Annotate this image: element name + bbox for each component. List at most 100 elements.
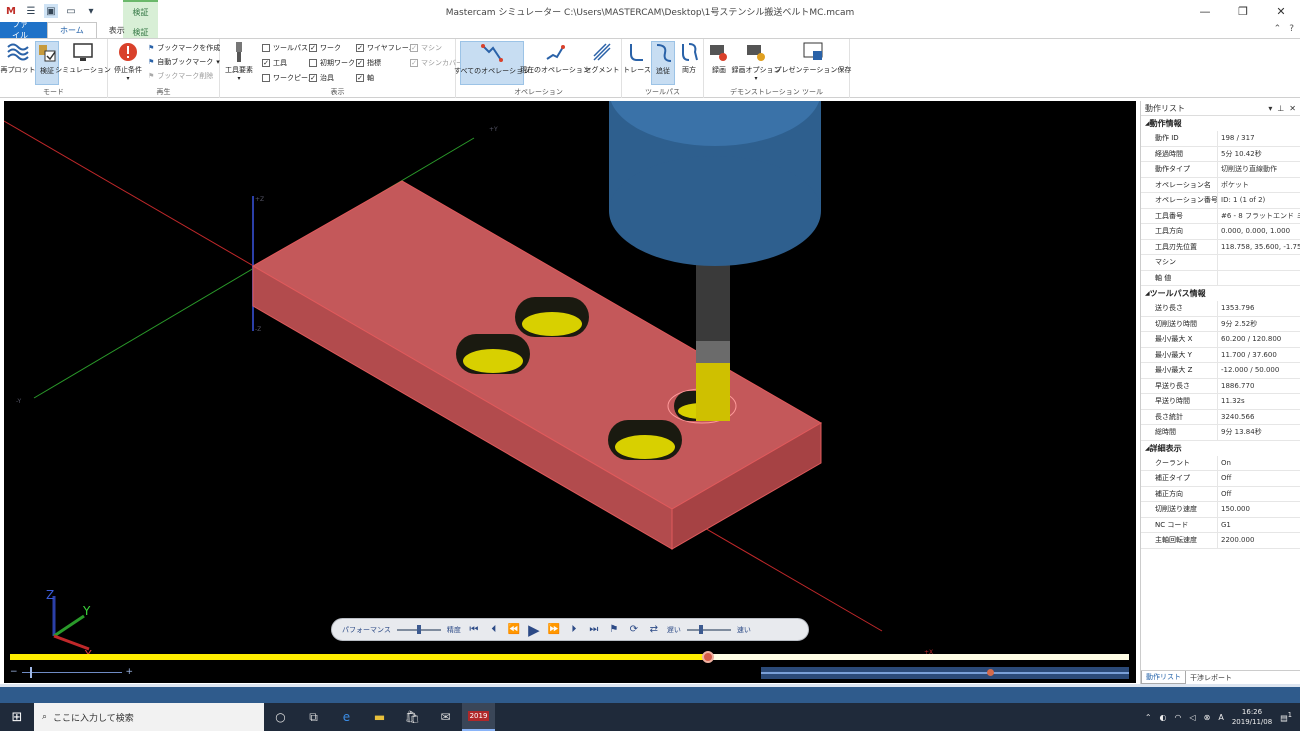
property-key: 補正方向	[1141, 486, 1218, 501]
step-forward-icon[interactable]: ⏵	[567, 624, 581, 635]
property-value: 9分 2.52秒	[1221, 319, 1258, 328]
pocket-3	[608, 420, 682, 460]
check-work-piece[interactable]: ワークピース	[262, 73, 315, 83]
check-tool[interactable]: ✓ 工具	[262, 58, 287, 68]
record-button[interactable]: 録画	[706, 41, 732, 75]
mail-icon[interactable]: ✉	[429, 703, 462, 731]
close-button[interactable]: ✕	[1262, 0, 1300, 22]
tab-view[interactable]: 表示	[97, 22, 137, 38]
minimize-button[interactable]: —	[1186, 0, 1224, 22]
task-view-icon[interactable]: ⧉	[297, 703, 330, 731]
file-explorer-icon[interactable]: ▬	[363, 703, 396, 731]
timeline-marker[interactable]	[987, 669, 994, 676]
collapse-ribbon-icon[interactable]: ⌃	[1274, 24, 1282, 34]
zoom-plus-icon[interactable]: +	[126, 667, 134, 677]
trace-button[interactable]: トレース	[623, 41, 651, 75]
speed-slider[interactable]	[686, 624, 731, 634]
panel-close-icon[interactable]: ✕	[1289, 104, 1296, 113]
property-key: 最小/最大 Z	[1141, 363, 1218, 378]
verify-button[interactable]: 検証	[35, 41, 59, 85]
check-workpiece[interactable]: ✓ ワーク	[309, 43, 341, 53]
property-key: 送り長さ	[1141, 301, 1218, 316]
rewind-icon[interactable]: ⏪	[507, 624, 521, 635]
replot-button[interactable]: 再プロット	[1, 41, 36, 75]
check-indicator[interactable]: ✓ 指標	[356, 58, 381, 68]
tray-chevron-icon[interactable]: ⌃	[1145, 713, 1152, 722]
network-icon[interactable]: ◐	[1160, 713, 1167, 722]
play-icon[interactable]: ▶	[527, 621, 541, 639]
cortana-icon[interactable]: ○	[264, 703, 297, 731]
skip-to-end-icon[interactable]: ⏭	[587, 624, 601, 635]
triad-y-label: Y	[82, 604, 91, 618]
check-initial-stock[interactable]: 初期ワーク	[309, 58, 355, 68]
edge-icon[interactable]: e	[330, 703, 363, 731]
graphics-viewport[interactable]: +Y -Y +X +Z -Z Z Y パフォーマンス 精度 ⏮ ⏴ ⏪ ▶ ⏩ …	[4, 101, 1136, 683]
wifi-icon[interactable]: ◠	[1175, 713, 1182, 722]
tool-elements-button[interactable]: 工具要素 ▾	[222, 41, 256, 82]
waves-icon	[6, 41, 30, 63]
monitor-icon	[71, 41, 95, 63]
performance-slider[interactable]	[396, 624, 441, 634]
save-presentation-button[interactable]: プレゼンテーション保存	[775, 41, 851, 75]
create-bookmark-button[interactable]: ⚑ ブックマークを作成	[148, 43, 220, 53]
tab-motion-list[interactable]: 動作リスト	[1141, 671, 1186, 684]
tab-file[interactable]: ファイル	[0, 20, 47, 40]
check-wireframe[interactable]: ✓ ワイヤフレーム	[356, 43, 416, 53]
volume-icon[interactable]: ◁	[1189, 713, 1195, 722]
windows-start-icon[interactable]: ⊞	[0, 703, 34, 731]
pin-icon[interactable]: ⊥	[1277, 104, 1284, 113]
zoom-slider[interactable]	[21, 666, 122, 678]
check-axes[interactable]: ✓ 軸	[356, 73, 374, 83]
loop-icon[interactable]: ⟳	[627, 624, 641, 635]
taskbar-search-box[interactable]: ⌕ ここに入力して検索	[34, 703, 264, 731]
store-icon[interactable]: 🛍	[396, 703, 429, 731]
presentation-icon[interactable]: ▭	[64, 4, 78, 18]
check-machine[interactable]: ✓ マシン	[410, 43, 442, 53]
tab-collision-report[interactable]: 干渉レポート	[1186, 671, 1236, 684]
clock[interactable]: 16:26 2019/11/08	[1232, 707, 1272, 727]
skip-to-start-icon[interactable]: ⏮	[467, 624, 481, 635]
simulation-progress-bar[interactable]	[10, 651, 1129, 663]
reverse-icon[interactable]: ⇄	[647, 624, 661, 635]
follow-button[interactable]: 追従	[651, 41, 675, 85]
auto-bookmark-button[interactable]: ⚑ 自動ブックマーク ▾	[148, 57, 220, 67]
fast-label: 速い	[736, 625, 751, 634]
language-icon[interactable]: A	[1218, 713, 1223, 722]
mastercam-taskbar-icon[interactable]: 2019	[462, 703, 495, 731]
group-display: 工具要素 ▾ ツールパス ✓ ワーク ✓ ワイヤフレーム ✓ マシン ✓ 工具 初期ワー…	[220, 39, 463, 98]
segment-icon	[590, 41, 614, 63]
section-header[interactable]: ◢ 動作情報	[1141, 116, 1300, 131]
simulation-button[interactable]: シミュレーション	[55, 41, 111, 75]
section-header[interactable]: ◢ ツールパス情報	[1141, 286, 1300, 301]
stop-conditions-button[interactable]: 停止条件 ▾	[110, 41, 146, 82]
notification-icon[interactable]: ▤1	[1280, 711, 1292, 723]
qat-dropdown-icon[interactable]: ▾	[84, 4, 98, 18]
restore-button[interactable]: ❐	[1224, 0, 1262, 22]
operation-timeline[interactable]	[761, 667, 1129, 679]
record-options-button[interactable]: 録画オプション ▾	[732, 41, 781, 82]
both-button[interactable]: 両方	[677, 41, 701, 75]
check-fixture[interactable]: ✓ 治具	[309, 73, 334, 83]
ime-icon[interactable]: ⊗	[1204, 713, 1211, 722]
layers-icon[interactable]: ☰	[24, 4, 38, 18]
slow-label: 遅い	[666, 625, 681, 634]
record-camera-icon	[707, 41, 731, 63]
add-bookmark-icon[interactable]: ⚑	[607, 624, 621, 635]
section-header[interactable]: ◢ 詳細表示	[1141, 441, 1300, 456]
property-key: 早送り時間	[1141, 394, 1218, 409]
panel-menu-icon[interactable]: ▾	[1268, 104, 1272, 113]
property-value: 11.700 / 37.600	[1221, 350, 1277, 359]
zoom-minus-icon[interactable]: −	[10, 667, 18, 677]
delete-bookmark-button[interactable]: ⚑ ブックマーク削除	[148, 71, 213, 81]
segment-button[interactable]: セグメント	[585, 41, 620, 75]
check-toolpath[interactable]: ツールパス	[262, 43, 308, 53]
verify-icon[interactable]: ▣	[44, 4, 58, 18]
help-icon[interactable]: ?	[1289, 24, 1294, 34]
fast-forward-icon[interactable]: ⏩	[547, 624, 561, 635]
property-row: 切削送り速度 150.000	[1141, 502, 1300, 518]
bookmark-icon: ⚑	[148, 44, 155, 52]
all-operations-button[interactable]: すべてのオペレーション	[454, 41, 530, 85]
current-operation-button[interactable]: 現在のオペレーション	[520, 41, 590, 75]
tab-home[interactable]: ホーム	[47, 22, 97, 38]
step-to-start-icon[interactable]: ⏴	[487, 624, 501, 635]
